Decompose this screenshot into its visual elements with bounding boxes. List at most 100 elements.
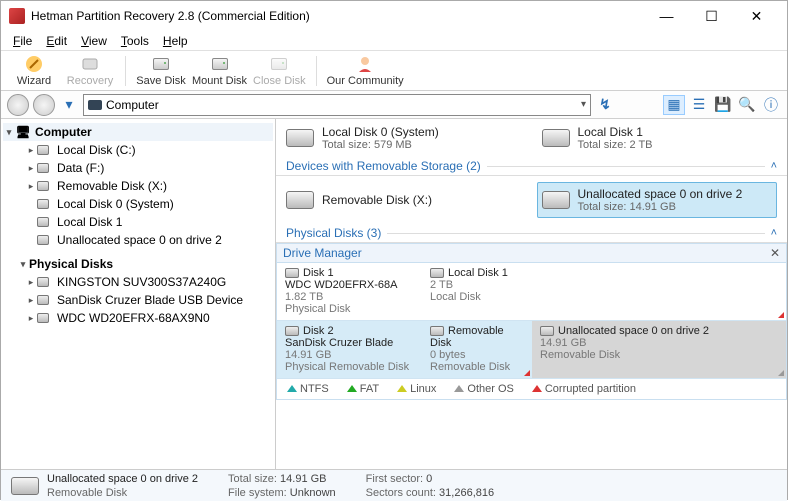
tree-item-label: SanDisk Cruzer Blade USB Device bbox=[57, 293, 243, 307]
nav-dropdown-icon[interactable]: ▾ bbox=[59, 95, 79, 115]
drive-icon bbox=[37, 294, 53, 306]
separator bbox=[125, 56, 126, 86]
drive-icon bbox=[285, 326, 299, 336]
closedisk-button[interactable]: Close Disk bbox=[253, 54, 306, 87]
tree-item-dataf[interactable]: ▸ Data (F:) bbox=[3, 159, 273, 177]
separator bbox=[316, 56, 317, 86]
collapse-icon[interactable]: ˄ bbox=[771, 160, 777, 172]
statusbar: Unallocated space 0 on drive 2 Removable… bbox=[1, 469, 787, 501]
nav-back-button[interactable] bbox=[7, 94, 29, 116]
status-sectors-val: 31,266,816 bbox=[439, 487, 494, 499]
dm-close-icon[interactable]: ✕ bbox=[770, 246, 780, 260]
drive-icon bbox=[37, 198, 53, 210]
dm-row-disk1[interactable]: Disk 1 WDC WD20EFRX-68A 1.82 TB Physical… bbox=[277, 263, 786, 321]
expander-icon[interactable]: ▸ bbox=[25, 181, 37, 192]
maximize-button[interactable]: ☐ bbox=[689, 1, 734, 31]
device-ld0[interactable]: Local Disk 0 (System)Total size: 579 MB bbox=[286, 125, 522, 151]
view-large-icon[interactable]: ▦ bbox=[663, 95, 685, 115]
status-fs-val: Unknown bbox=[290, 487, 336, 499]
expander-icon[interactable]: ▾ bbox=[17, 259, 29, 270]
savedisk-label: Save Disk bbox=[136, 75, 186, 87]
community-label: Our Community bbox=[327, 75, 404, 87]
search-icon[interactable]: 🔍 bbox=[737, 95, 757, 115]
legend-other: Other OS bbox=[467, 383, 513, 395]
app-icon bbox=[9, 8, 25, 24]
tree-phys-sandisk[interactable]: ▸ SanDisk Cruzer Blade USB Device bbox=[3, 291, 273, 309]
status-subtitle: Removable Disk bbox=[47, 486, 198, 500]
expander-icon[interactable]: ▸ bbox=[25, 277, 37, 288]
device-removablex[interactable]: Removable Disk (X:) bbox=[286, 182, 517, 218]
expander-icon[interactable]: ▸ bbox=[25, 163, 37, 174]
section-physical-header[interactable]: Physical Disks (3) ˄ bbox=[276, 224, 787, 243]
status-title: Unallocated space 0 on drive 2 bbox=[47, 472, 198, 486]
drive-icon bbox=[11, 477, 39, 495]
expander-icon[interactable]: ▾ bbox=[3, 127, 15, 138]
content-panel: Local Disk 0 (System)Total size: 579 MB … bbox=[276, 119, 787, 469]
menu-help[interactable]: Help bbox=[157, 32, 194, 50]
save-icon[interactable]: 💾 bbox=[713, 95, 733, 115]
mountdisk-icon bbox=[210, 54, 230, 74]
dm-disk-model: WDC WD20EFRX-68A bbox=[285, 279, 414, 291]
device-title: Local Disk 0 (System) bbox=[322, 125, 439, 139]
refresh-icon[interactable]: ↯ bbox=[595, 95, 615, 115]
address-dropdown-icon[interactable]: ▾ bbox=[581, 99, 586, 110]
mountdisk-button[interactable]: Mount Disk bbox=[192, 54, 247, 87]
community-button[interactable]: Our Community bbox=[327, 54, 404, 87]
tree-item-label: WDC WD20EFRX-68AX9N0 bbox=[57, 311, 210, 325]
computer-icon bbox=[88, 100, 102, 110]
help-icon[interactable]: ⓘ bbox=[761, 95, 781, 115]
tree-item-label: Unallocated space 0 on drive 2 bbox=[57, 233, 222, 247]
navbar: ▾ Computer ▾ ↯ ▦ ☰ 💾 🔍 ⓘ bbox=[1, 91, 787, 119]
dm-part-type: Local Disk bbox=[430, 291, 778, 303]
tree-phys-kingston[interactable]: ▸KINGSTON SUV300S37A240G bbox=[3, 273, 273, 291]
drive-icon bbox=[430, 268, 444, 278]
nav-forward-button[interactable] bbox=[33, 94, 55, 116]
wizard-button[interactable]: Wizard bbox=[9, 54, 59, 87]
dm-legend: NTFS FAT Linux Other OS Corrupted partit… bbox=[277, 379, 786, 399]
view-list-icon[interactable]: ☰ bbox=[689, 95, 709, 115]
mountdisk-label: Mount Disk bbox=[192, 75, 247, 87]
minimize-button[interactable]: — bbox=[644, 1, 689, 31]
tree-item-localc[interactable]: ▸Local Disk (C:) bbox=[3, 141, 273, 159]
tree-item-unalloc[interactable]: Unallocated space 0 on drive 2 bbox=[3, 231, 273, 249]
tree-item-label: Data (F:) bbox=[57, 161, 104, 175]
closedisk-icon bbox=[269, 54, 289, 74]
legend-ntfs-icon bbox=[287, 385, 297, 392]
section-removable-header[interactable]: Devices with Removable Storage (2) ˄ bbox=[276, 157, 787, 176]
savedisk-button[interactable]: Save Disk bbox=[136, 54, 186, 87]
legend-corrupt-icon bbox=[532, 385, 542, 392]
expander-icon[interactable]: ▸ bbox=[25, 145, 37, 156]
menu-edit[interactable]: Edit bbox=[40, 32, 73, 50]
expander-icon[interactable]: ▸ bbox=[25, 313, 37, 324]
menu-file[interactable]: File bbox=[7, 32, 38, 50]
recovery-button[interactable]: Recovery bbox=[65, 54, 115, 87]
tree-item-label: Local Disk 1 bbox=[57, 215, 122, 229]
menu-view[interactable]: View bbox=[75, 32, 113, 50]
tree-root-computer[interactable]: ▾ 🖥 Computer bbox=[3, 123, 273, 141]
tree-item-ld0[interactable]: Local Disk 0 (System) bbox=[3, 195, 273, 213]
dm-part-name: Unallocated space 0 on drive 2 bbox=[558, 325, 709, 337]
wizard-label: Wizard bbox=[17, 75, 51, 87]
legend-fat-icon bbox=[347, 385, 357, 392]
device-ld1[interactable]: Local Disk 1Total size: 2 TB bbox=[542, 125, 778, 151]
tree-panel: ▾ 🖥 Computer ▸Local Disk (C:) ▸ Data (F:)… bbox=[1, 119, 276, 469]
tree-item-label: Local Disk 0 (System) bbox=[57, 197, 174, 211]
dm-disk-name: Disk 2 bbox=[303, 325, 334, 337]
address-box[interactable]: Computer ▾ bbox=[83, 94, 591, 116]
tree-phys-wdc[interactable]: ▸ WDC WD20EFRX-68AX9N0 bbox=[3, 309, 273, 327]
dm-row-disk2[interactable]: Disk 2 SanDisk Cruzer Blade 14.91 GB Phy… bbox=[277, 321, 786, 379]
community-icon bbox=[355, 54, 375, 74]
tree-item-removablex[interactable]: ▸Removable Disk (X:) bbox=[3, 177, 273, 195]
close-button[interactable]: ✕ bbox=[734, 1, 779, 31]
collapse-icon[interactable]: ˄ bbox=[771, 227, 777, 239]
device-unalloc[interactable]: Unallocated space 0 on drive 2Total size… bbox=[537, 182, 778, 218]
expander-icon[interactable]: ▸ bbox=[25, 295, 37, 306]
window-title: Hetman Partition Recovery 2.8 (Commercia… bbox=[31, 9, 644, 23]
section-header-label: Physical Disks (3) bbox=[286, 226, 381, 240]
status-first-val: 0 bbox=[426, 473, 432, 485]
tree-physical-header[interactable]: ▾ Physical Disks bbox=[3, 255, 273, 273]
tree-item-ld1[interactable]: Local Disk 1 bbox=[3, 213, 273, 231]
dm-disk-size: 1.82 TB bbox=[285, 291, 414, 303]
recovery-icon bbox=[80, 54, 100, 74]
menu-tools[interactable]: Tools bbox=[115, 32, 155, 50]
